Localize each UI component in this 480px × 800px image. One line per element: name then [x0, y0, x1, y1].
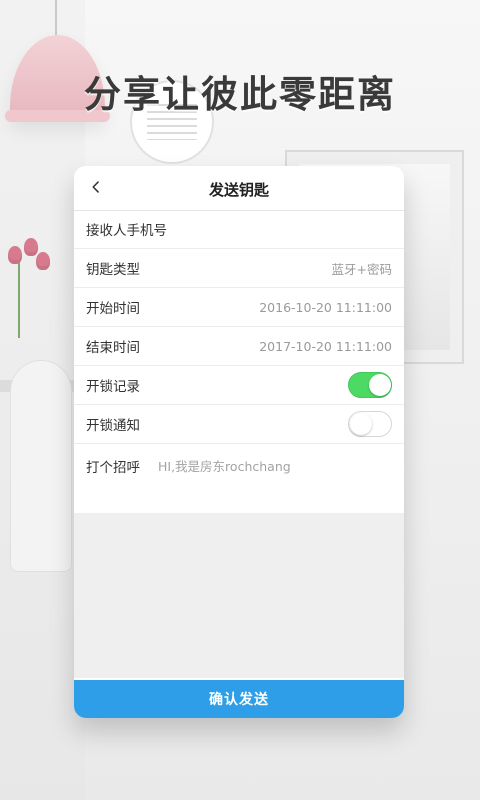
unlock-record-toggle[interactable] — [348, 372, 392, 398]
row-key-type[interactable]: 钥匙类型 蓝牙+密码 — [74, 249, 404, 288]
row-label: 打个招呼 — [86, 460, 140, 476]
background-chair — [10, 360, 72, 572]
phone-screen: 发送钥匙 接收人手机号 钥匙类型 蓝牙+密码 开始时间 2016-10-20 1… — [74, 166, 404, 718]
flower — [8, 246, 22, 264]
row-start-time[interactable]: 开始时间 2016-10-20 11:11:00 — [74, 288, 404, 327]
unlock-notification-toggle[interactable] — [348, 411, 392, 437]
page-title: 发送钥匙 — [208, 181, 269, 199]
row-greeting: 打个招呼 HI,我是房东rochchang — [74, 444, 404, 514]
row-label: 钥匙类型 — [86, 262, 140, 278]
flower — [24, 238, 38, 256]
lamp-cord — [55, 0, 57, 40]
headline: 分享让彼此零距离 — [84, 73, 396, 116]
row-label: 结束时间 — [86, 340, 140, 356]
start-time-value: 2016-10-20 11:11:00 — [259, 299, 392, 315]
toggle-knob — [369, 374, 391, 396]
flower — [36, 252, 50, 270]
end-time-value: 2017-10-20 11:11:00 — [259, 338, 392, 354]
greeting-input[interactable]: HI,我是房东rochchang — [158, 456, 291, 475]
flower-plant — [0, 228, 60, 348]
row-unlock-record: 开锁记录 — [74, 366, 404, 405]
empty-area — [74, 513, 404, 678]
row-label: 开锁通知 — [86, 418, 140, 434]
row-label: 开始时间 — [86, 301, 140, 317]
plant-stem — [18, 258, 20, 338]
row-unlock-notification: 开锁通知 — [74, 405, 404, 444]
confirm-send-button[interactable]: 确认发送 — [74, 680, 404, 718]
top-bar: 发送钥匙 — [74, 166, 404, 211]
toggle-knob — [350, 413, 372, 435]
key-type-value: 蓝牙+密码 — [331, 261, 392, 277]
row-recipient-phone[interactable]: 接收人手机号 — [74, 210, 404, 249]
form-list: 接收人手机号 钥匙类型 蓝牙+密码 开始时间 2016-10-20 11:11:… — [74, 210, 404, 514]
row-end-time[interactable]: 结束时间 2017-10-20 11:11:00 — [74, 327, 404, 366]
row-label: 开锁记录 — [86, 379, 140, 395]
row-label: 接收人手机号 — [86, 223, 167, 239]
